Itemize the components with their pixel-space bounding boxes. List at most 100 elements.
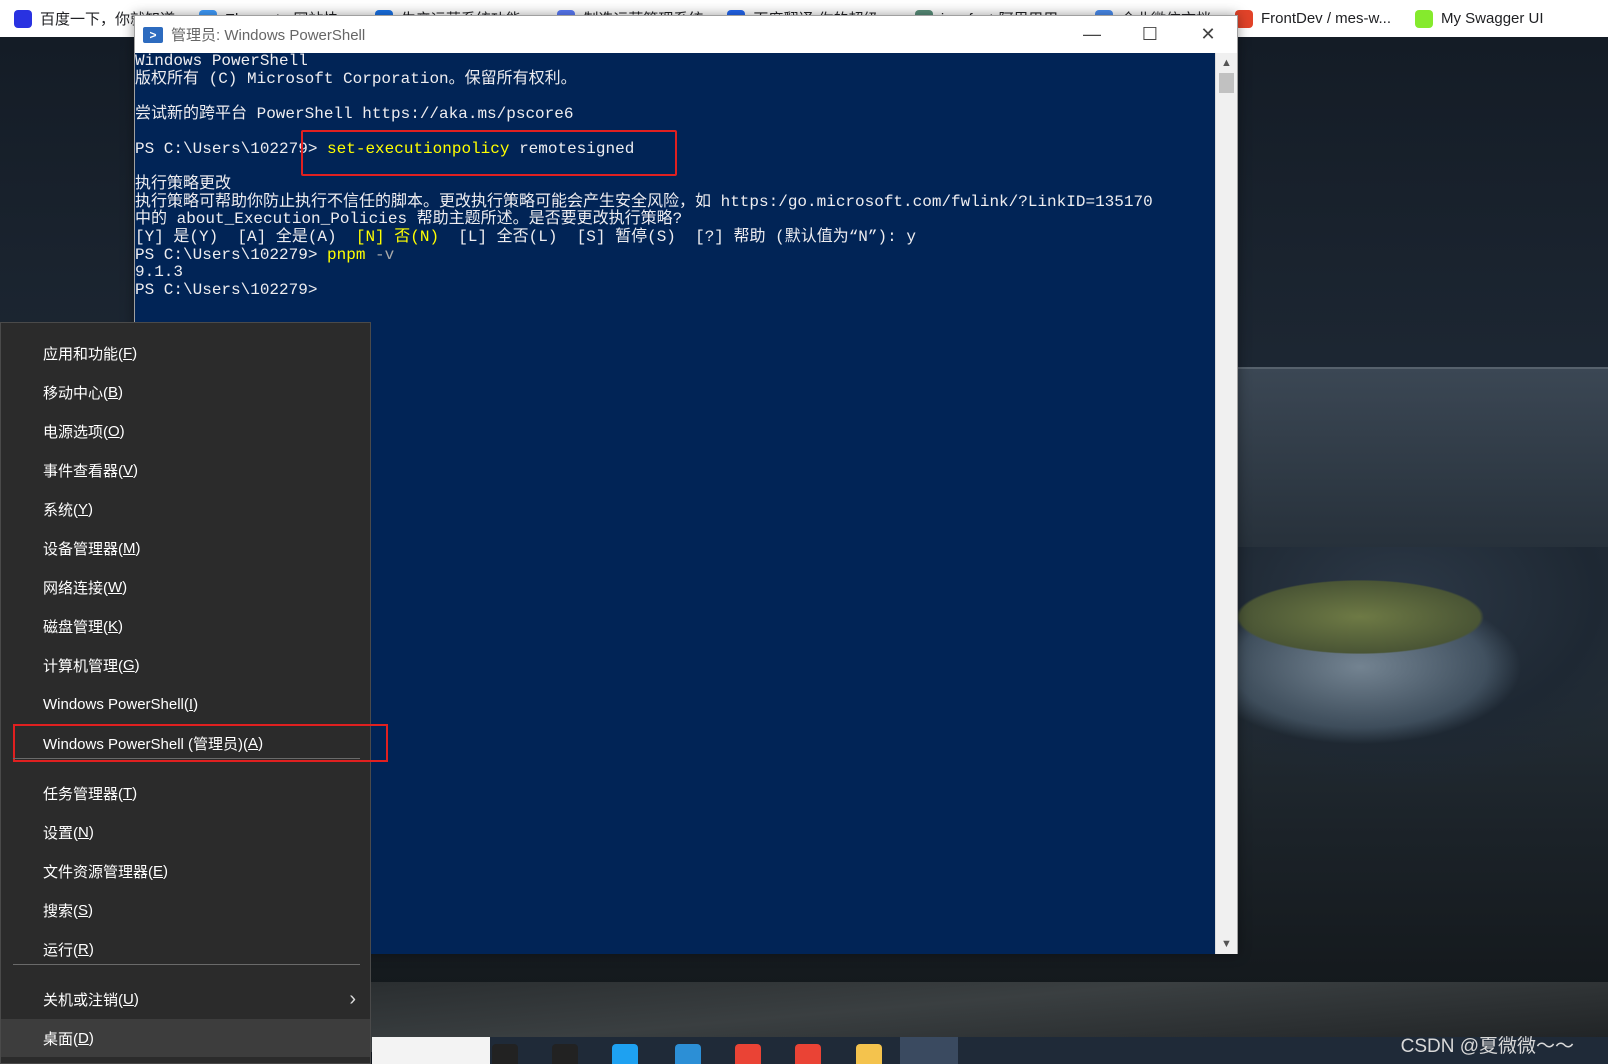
- menu-item[interactable]: 文件资源管理器(E): [1, 852, 370, 890]
- maximize-button[interactable]: ☐: [1121, 16, 1179, 53]
- console-prompt: PS C:\Users\102279>: [135, 280, 318, 299]
- menu-item-label: 文件资源管理器(: [43, 863, 153, 881]
- scrollbar-thumb[interactable]: [1219, 73, 1234, 93]
- console-line: 版权所有 (C) Microsoft Corporation。保留所有权利。: [135, 69, 577, 88]
- menu-item-label-end: ): [132, 784, 138, 802]
- baidu-paw-icon: [14, 9, 32, 28]
- taskbar-powershell-icon[interactable]: [900, 1037, 958, 1064]
- menu-item[interactable]: 磁盘管理(K): [1, 607, 370, 645]
- menu-item-label: 系统(: [43, 501, 78, 519]
- winx-context-menu: 应用和功能(F) 移动中心(B) 电源选项(O) 事件查看器(V) 系统(Y) 设备管理器…: [0, 322, 388, 1064]
- menu-item[interactable]: 关机或注销(U) ›: [1, 980, 370, 1018]
- menu-item-accelerator: O: [108, 422, 120, 440]
- menu-item[interactable]: 搜索(S): [1, 891, 370, 929]
- choice-text: [L] 全否(L) [S] 暂停(S) [?] 帮助 (默认值为“N”): y: [439, 227, 916, 246]
- taskbar-search-icon[interactable]: [492, 1044, 518, 1064]
- vertical-scrollbar[interactable]: ▲ ▼: [1215, 53, 1237, 954]
- bookmark-label: FrontDev / mes-w...: [1260, 10, 1392, 27]
- menu-item-accelerator: F: [123, 344, 133, 362]
- bookmark-item[interactable]: My Swagger UI: [1401, 0, 1554, 37]
- menu-item-label-end: ): [132, 344, 138, 362]
- menu-item-label-end: ): [118, 383, 124, 401]
- menu-item[interactable]: 事件查看器(V): [1, 451, 370, 489]
- taskbar-task-view-icon[interactable]: [552, 1044, 578, 1064]
- menu-item-label-end: ): [135, 539, 141, 557]
- window-titlebar[interactable]: > 管理员: Windows PowerShell — ☐ ✕: [135, 16, 1237, 53]
- default-choice: [N] 否(N): [355, 227, 440, 246]
- menu-item-label-end: ): [122, 578, 128, 596]
- menu-item-accelerator: B: [108, 383, 119, 401]
- menu-item-label: 事件查看器(: [43, 462, 123, 480]
- taskbar-chrome-icon[interactable]: [735, 1044, 761, 1064]
- menu-item-label-end: ): [134, 656, 140, 674]
- menu-item-label: 设置(: [43, 824, 78, 842]
- menu-item-label-end: ): [88, 940, 94, 958]
- menu-item-label: Windows PowerShell(: [43, 695, 189, 713]
- console-line: 尝试新的跨平台 PowerShell https://aka.ms/pscore…: [135, 104, 574, 123]
- menu-item-accelerator: R: [78, 940, 89, 958]
- menu-item-accelerator: E: [153, 862, 164, 880]
- menu-item[interactable]: 设备管理器(M): [1, 529, 370, 567]
- taskbar-edge-icon[interactable]: [612, 1044, 638, 1064]
- window-title: 管理员: Windows PowerShell: [171, 27, 366, 44]
- command-argument: -v: [365, 245, 395, 264]
- menu-item-accelerator: V: [123, 461, 134, 479]
- menu-item-accelerator: D: [78, 1029, 89, 1047]
- console-line: 执行策略更改: [135, 175, 232, 194]
- menu-item-label-end: ): [163, 862, 169, 880]
- scroll-down-icon[interactable]: ▼: [1216, 934, 1237, 954]
- menu-item-label: 应用和功能(: [43, 345, 123, 363]
- menu-item-label-end: ): [258, 734, 264, 752]
- menu-item[interactable]: 电源选项(O): [1, 412, 370, 450]
- menu-item-label-end: ): [118, 617, 124, 635]
- bookmark-item[interactable]: FrontDev / mes-w...: [1221, 0, 1401, 37]
- console-command-line: PS C:\Users\102279> pnpm -v: [135, 245, 1215, 265]
- powershell-icon: >: [143, 26, 163, 43]
- menu-item-accelerator: G: [123, 656, 135, 674]
- menu-item-label: 运行(: [43, 941, 78, 959]
- chevron-right-icon: ›: [349, 988, 356, 1010]
- close-button[interactable]: ✕: [1179, 16, 1237, 53]
- menu-item-label-end: ): [193, 695, 199, 713]
- taskbar-file-explorer-icon[interactable]: [856, 1044, 882, 1064]
- menu-item[interactable]: Windows PowerShell(I): [1, 685, 370, 723]
- menu-item[interactable]: 系统(Y): [1, 490, 370, 528]
- console-prompt: PS C:\Users\102279>: [135, 245, 328, 264]
- command-name: pnpm: [327, 245, 366, 264]
- taskbar-vscode-icon[interactable]: [675, 1044, 701, 1064]
- menu-item-accelerator: S: [78, 901, 89, 919]
- menu-item[interactable]: 计算机管理(G): [1, 646, 370, 684]
- command-highlight-box: [301, 130, 677, 176]
- watermark: CSDN @夏微微～～: [1400, 1036, 1574, 1057]
- menu-item[interactable]: Windows PowerShell (管理员)(A): [13, 724, 388, 762]
- menu-item-label-end: ): [133, 461, 139, 479]
- menu-item[interactable]: 设置(N): [1, 813, 370, 851]
- menu-item[interactable]: 桌面(D): [1, 1019, 370, 1057]
- bookmark-label: My Swagger UI: [1441, 10, 1544, 27]
- menu-item[interactable]: 任务管理器(T): [1, 774, 370, 812]
- taskbar-chrome-icon[interactable]: [795, 1044, 821, 1064]
- menu-separator: [13, 964, 360, 965]
- menu-item-accelerator: T: [123, 784, 133, 802]
- swagger-icon: [1415, 9, 1434, 28]
- menu-item-label: 设备管理器(: [43, 540, 123, 558]
- taskbar-start-area: [372, 1037, 490, 1064]
- menu-item[interactable]: 运行(R): [1, 930, 370, 968]
- menu-item-label: 电源选项(: [43, 423, 108, 441]
- menu-separator: [13, 758, 360, 759]
- minimize-button[interactable]: —: [1063, 16, 1121, 53]
- menu-item[interactable]: 应用和功能(F): [1, 334, 370, 372]
- menu-item-label: 计算机管理(: [43, 657, 123, 675]
- menu-item-label-end: ): [119, 422, 125, 440]
- menu-item-accelerator: W: [108, 578, 123, 596]
- wallpaper-building: [1210, 367, 1608, 547]
- menu-item[interactable]: 网络连接(W): [1, 568, 370, 606]
- menu-item-accelerator: K: [108, 617, 119, 635]
- console-line: Windows PowerShell: [135, 53, 308, 70]
- menu-item[interactable]: 移动中心(B): [1, 373, 370, 411]
- menu-item-label: 桌面(: [43, 1030, 78, 1048]
- menu-item-label: 关机或注销(: [43, 991, 123, 1009]
- scroll-up-icon[interactable]: ▲: [1216, 53, 1237, 73]
- console-prompt-choices: [Y] 是(Y) [A] 全是(A) [N] 否(N) [L] 全否(L) [S…: [135, 227, 1215, 247]
- menu-item-label: 磁盘管理(: [43, 618, 108, 636]
